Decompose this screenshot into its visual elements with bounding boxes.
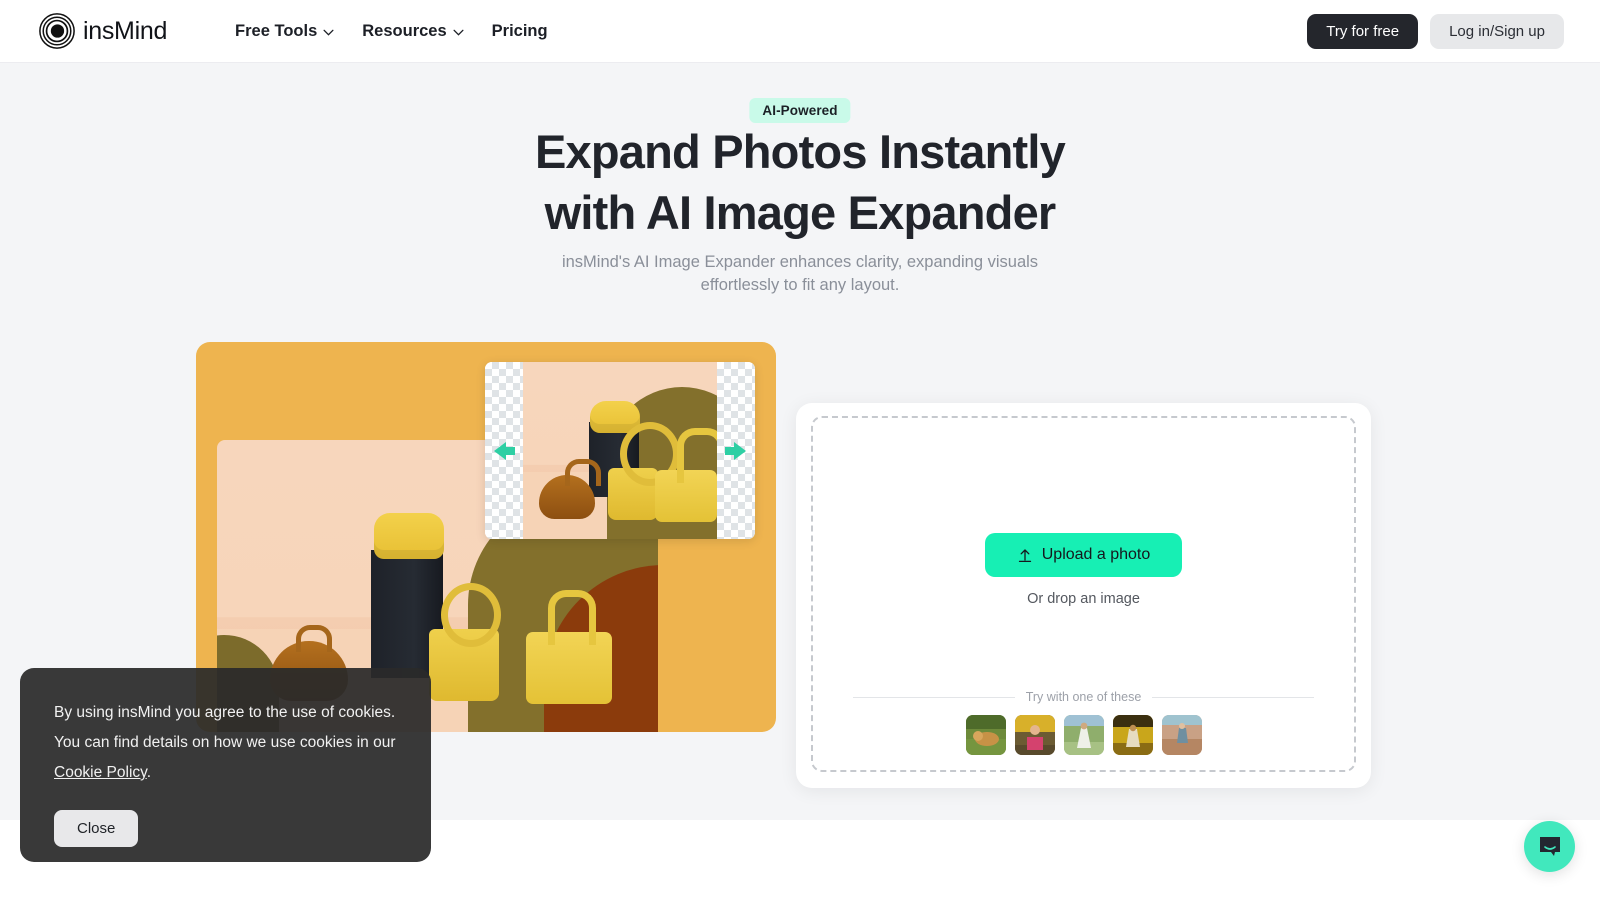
arrow-right-icon: [725, 441, 746, 460]
try-samples-divider: Try with one of these: [853, 690, 1315, 704]
chevron-down-icon: [453, 29, 464, 36]
nav-label: Pricing: [491, 21, 548, 40]
arrow-left-icon: [494, 441, 515, 460]
original-photo-inset: [485, 362, 755, 539]
chat-bubble-icon: [1539, 836, 1560, 856]
photo-yellow-tote-bag: [525, 590, 612, 705]
logo-text: insMind: [83, 16, 168, 45]
main-nav: Free Tools Resources Pricing: [221, 14, 562, 49]
sample-thumb-image: [1112, 715, 1153, 755]
sample-thumb-image: [1014, 715, 1055, 755]
sample-thumbnails: [813, 715, 1354, 755]
title-line-1: Expand Photos Instantly: [535, 125, 1066, 178]
try-samples-label: Try with one of these: [1025, 690, 1142, 704]
logo[interactable]: insMind: [38, 12, 167, 50]
dropzone[interactable]: Upload a photo Or drop an image Try with…: [811, 416, 1356, 772]
sample-thumb-yellow-field[interactable]: [1112, 715, 1153, 755]
inset-brown-handbag: [538, 459, 601, 520]
chat-widget-button[interactable]: [1524, 821, 1575, 872]
sample-thumb-desert[interactable]: [1161, 715, 1202, 755]
nav-item-resources[interactable]: Resources: [348, 14, 477, 49]
try-for-free-button[interactable]: Try for free: [1307, 13, 1419, 49]
nav-item-pricing[interactable]: Pricing: [478, 14, 562, 49]
drop-hint-text: Or drop an image: [1027, 591, 1140, 607]
chevron-down-icon: [323, 29, 334, 36]
hero-subtitle: insMind's AI Image Expander enhances cla…: [561, 253, 1039, 295]
sample-thumb-dog[interactable]: [965, 715, 1006, 755]
photo-yellow-ring-bag: [428, 583, 501, 702]
page-root: insMind Free Tools Resources Pricing Try…: [0, 0, 1600, 900]
sample-thumb-image: [1063, 715, 1104, 755]
sample-thumb-image: [965, 715, 1006, 755]
cookie-text-main: By using insMind you agree to the use of…: [54, 704, 396, 751]
title-line-2: with AI Image Expander: [544, 186, 1057, 239]
inset-yellow-tote-bag: [654, 427, 717, 522]
cookie-close-button[interactable]: Close: [54, 809, 139, 847]
ai-powered-badge: AI-Powered: [749, 98, 851, 123]
sample-thumb-woman-field[interactable]: [1063, 715, 1104, 755]
login-signup-button[interactable]: Log in/Sign up: [1430, 13, 1564, 49]
upload-card: Upload a photo Or drop an image Try with…: [796, 403, 1371, 788]
cookie-policy-link[interactable]: Cookie Policy: [54, 764, 147, 781]
upload-photo-button[interactable]: Upload a photo: [984, 533, 1183, 577]
nav-label: Resources: [362, 21, 447, 40]
original-photo: [523, 362, 717, 539]
photo-yellow-hat-box: [373, 513, 444, 560]
nav-item-free-tools[interactable]: Free Tools: [221, 14, 348, 49]
inset-yellow-ring-bag: [608, 422, 681, 521]
header-actions: Try for free Log in/Sign up: [1307, 13, 1564, 49]
cookie-text-end: .: [146, 763, 152, 781]
upload-button-label: Upload a photo: [1041, 546, 1151, 563]
page-title: Expand Photos Instantly with AI Image Ex…: [0, 128, 1600, 236]
divider-line-right: [1152, 696, 1315, 698]
site-header: insMind Free Tools Resources Pricing Try…: [0, 0, 1600, 63]
nav-label: Free Tools: [235, 21, 318, 40]
sample-thumb-girl-tulips[interactable]: [1014, 715, 1055, 755]
divider-line-left: [853, 696, 1015, 698]
cookie-banner: By using insMind you agree to the use of…: [20, 668, 431, 862]
upload-arrow-icon: [1018, 549, 1031, 563]
sample-thumb-image: [1161, 715, 1202, 755]
concentric-rings-logo-icon: [39, 13, 75, 49]
cookie-text: By using insMind you agree to the use of…: [54, 698, 397, 788]
